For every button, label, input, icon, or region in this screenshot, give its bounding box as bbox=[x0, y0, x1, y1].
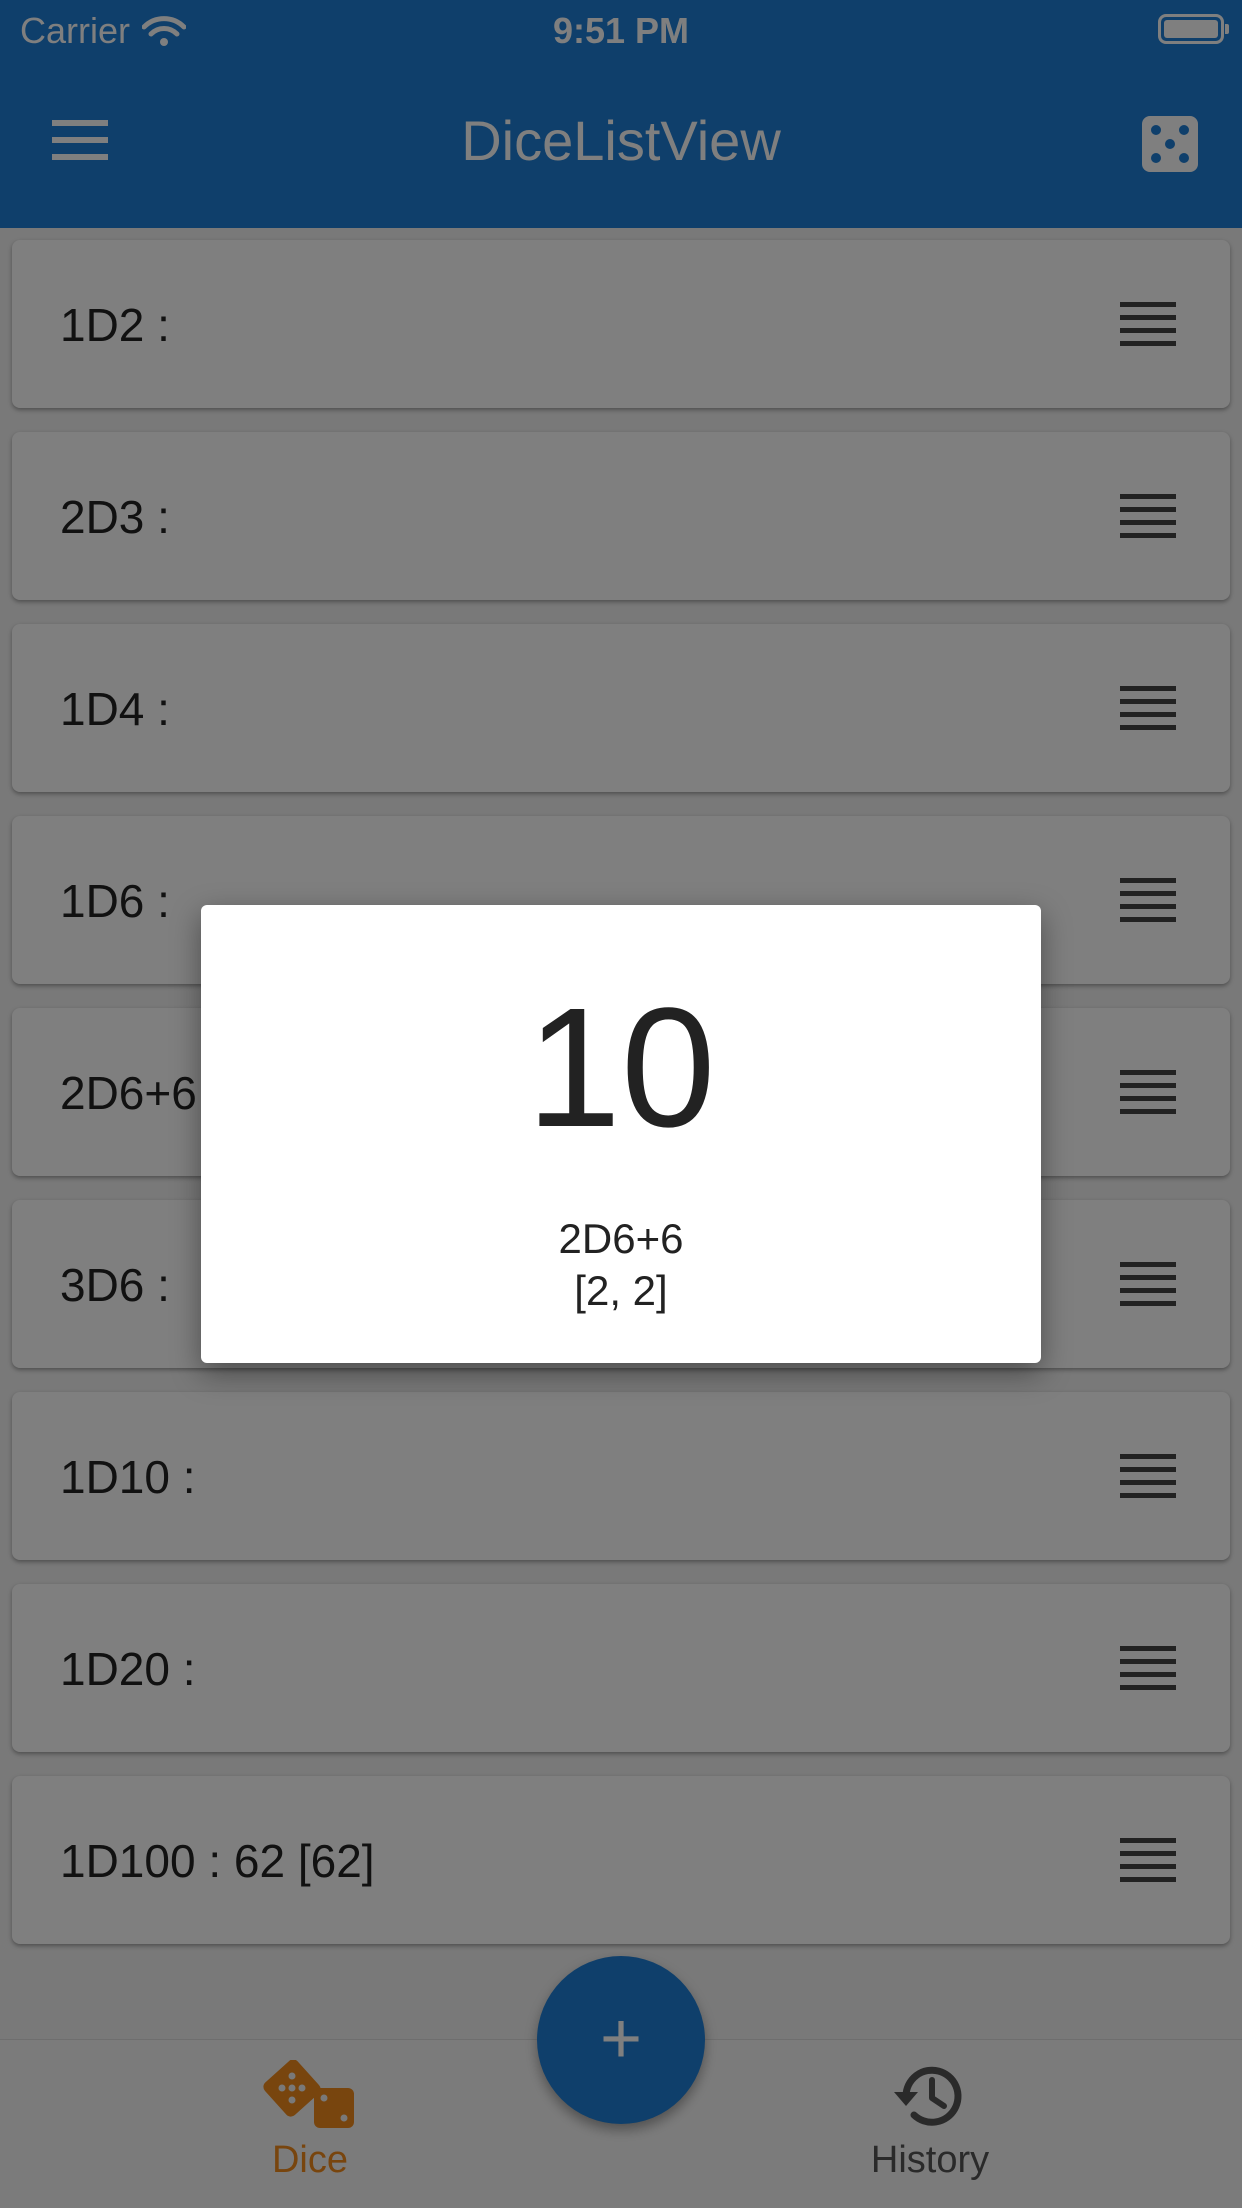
roll-formula: 2D6+6 bbox=[558, 1215, 684, 1262]
roll-values: [2, 2] bbox=[574, 1267, 668, 1314]
roll-total: 10 bbox=[526, 973, 716, 1163]
roll-result-dialog[interactable]: 10 2D6+6 [2, 2] bbox=[201, 905, 1041, 1363]
app-screen: Carrier 9:51 PM DiceListView bbox=[0, 0, 1242, 2208]
